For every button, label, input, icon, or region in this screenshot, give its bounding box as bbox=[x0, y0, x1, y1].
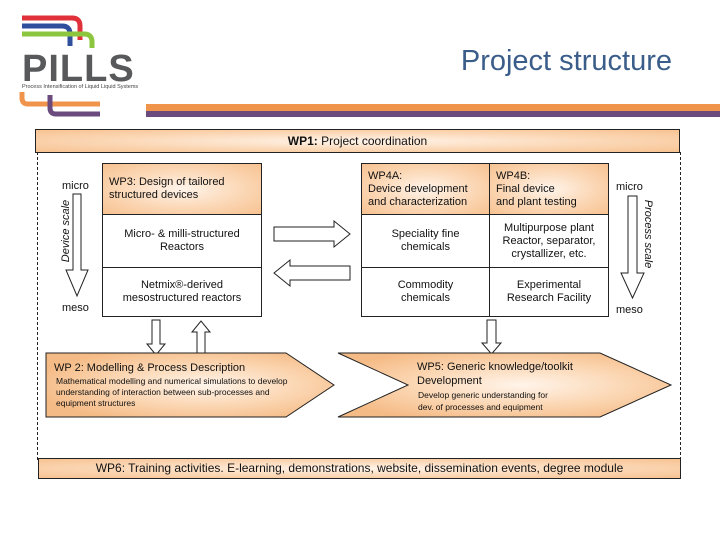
wp5-description-line-2: dev. of processes and equipment bbox=[418, 402, 543, 412]
wp3-row-netmix: Netmix®-derived mesostructured reactors bbox=[102, 267, 262, 317]
wp4a-header-line-1: WP4A: bbox=[368, 169, 403, 182]
wp4a-row-commodity: Commodity chemicals bbox=[361, 267, 490, 317]
wp5-title-line-2: Development bbox=[417, 375, 482, 387]
logo-tagline: Process Intensification of Liquid Liquid… bbox=[22, 84, 139, 90]
header-bar-orange bbox=[146, 104, 720, 111]
wp5-description-line-1: Develop generic understanding for bbox=[418, 390, 548, 400]
arrow-left-icon bbox=[273, 258, 351, 288]
wp4b-header-line-3: and plant testing bbox=[496, 195, 577, 208]
wp1-bar: WP1: Project coordination bbox=[35, 129, 680, 153]
wp5-title-line-1: WP5: Generic knowledge/toolkit bbox=[417, 361, 573, 373]
wp1-label: WP1: bbox=[287, 134, 318, 148]
wp5-title: WP5: Generic knowledge/toolkit Developme… bbox=[417, 360, 573, 388]
arrow-right-icon bbox=[273, 219, 351, 249]
wp5-description: Develop generic understanding for dev. o… bbox=[418, 389, 548, 413]
wp4b-row-experimental: Experimental Research Facility bbox=[489, 267, 609, 317]
wp4a-header: WP4A: Device development and characteriz… bbox=[361, 163, 490, 215]
device-scale-label: Device scale bbox=[60, 199, 72, 263]
wp2-title: WP 2: Modelling & Process Description bbox=[54, 362, 246, 374]
wp4b-header: WP4B: Final device and plant testing bbox=[489, 163, 609, 215]
process-scale-top: micro bbox=[616, 181, 643, 193]
wp4b-header-line-2: Final device bbox=[496, 182, 555, 195]
wp4a-header-line-2: Device development bbox=[368, 182, 468, 195]
process-scale-label: Process scale bbox=[642, 199, 654, 269]
wp4a-row-speciality: Speciality fine chemicals bbox=[361, 214, 490, 268]
wp4b-row-multipurpose: Multipurpose plant Reactor, separator, c… bbox=[489, 214, 609, 268]
wp6-bar: WP6: Training activities. E-learning, de… bbox=[38, 458, 681, 479]
wp3-row-micro-milli: Micro- & milli-structured Reactors bbox=[102, 214, 262, 268]
page-title: Project structure bbox=[460, 45, 672, 77]
pills-logo: PILLS Process Intensification of Liquid … bbox=[0, 0, 160, 117]
wp4b-header-line-1: WP4B: bbox=[496, 169, 531, 182]
header-bar-purple bbox=[146, 111, 720, 117]
wp1-text: Project coordination bbox=[321, 134, 428, 148]
wp4a-header-line-3: and characterization bbox=[368, 195, 468, 208]
wp3-header: WP3: Design of tailored structured devic… bbox=[102, 163, 262, 215]
wp2-description: Mathematical modelling and numerical sim… bbox=[56, 376, 288, 408]
